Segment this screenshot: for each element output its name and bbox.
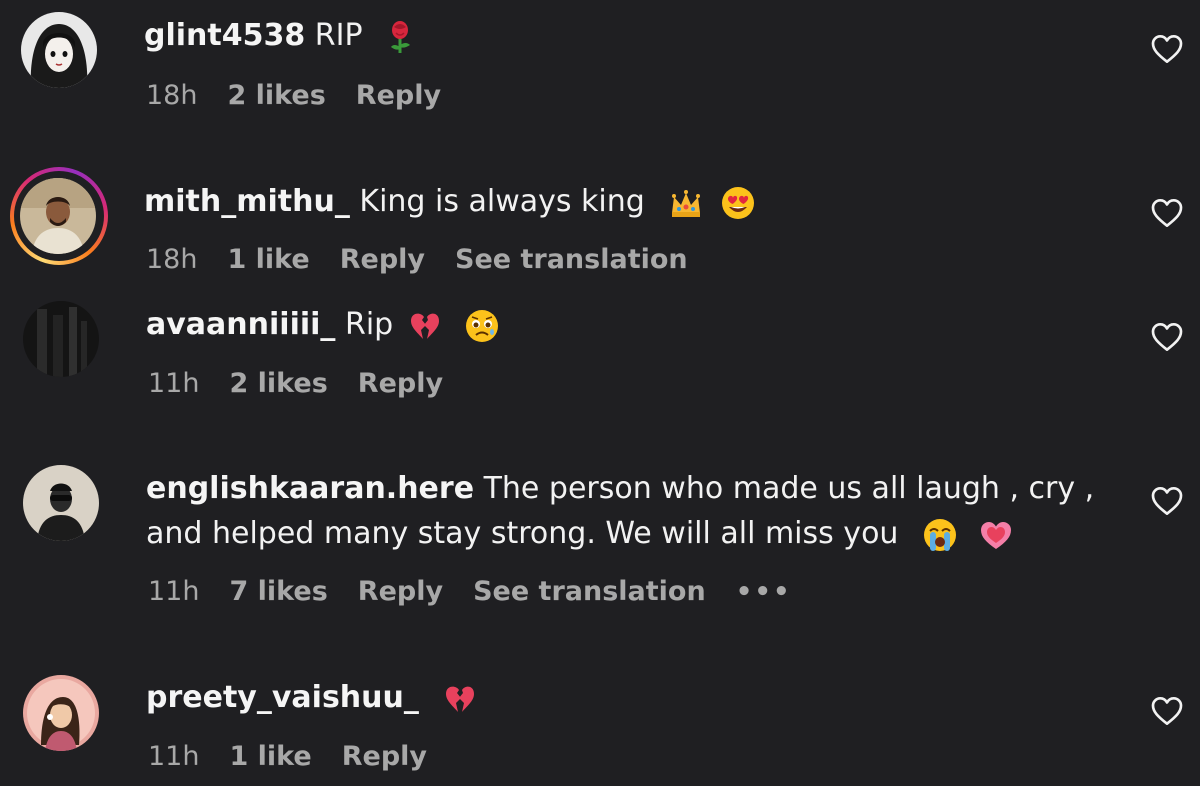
comment-text-line: preety_vaishuu_ bbox=[146, 676, 478, 720]
avatar[interactable] bbox=[21, 12, 97, 88]
comment-body: and helped many stay strong. We will all… bbox=[146, 516, 899, 551]
comment-text-line: glint4538 RIP bbox=[144, 14, 418, 58]
timestamp: 18h bbox=[146, 80, 198, 111]
more-options-button[interactable]: ••• bbox=[736, 577, 792, 607]
timestamp: 18h bbox=[146, 244, 198, 275]
see-translation-link[interactable]: See translation bbox=[473, 576, 706, 607]
reply-button[interactable]: Reply bbox=[342, 741, 427, 772]
comment-meta: 11h 2 likes Reply bbox=[148, 368, 473, 399]
reply-button[interactable]: Reply bbox=[340, 244, 425, 275]
comment-body: The person who made us all laugh , cry , bbox=[483, 471, 1095, 506]
avatar[interactable] bbox=[20, 178, 96, 254]
like-heart-icon[interactable] bbox=[1151, 696, 1183, 726]
comment-meta: 11h 7 likes Reply See translation ••• bbox=[148, 576, 822, 607]
like-heart-icon[interactable] bbox=[1151, 486, 1183, 516]
username-link[interactable]: avaanniiiii_ bbox=[146, 307, 335, 342]
sad-face-emoji bbox=[464, 308, 500, 344]
growing-heart-emoji bbox=[978, 517, 1014, 553]
like-heart-icon[interactable] bbox=[1151, 198, 1183, 228]
comment-text-line: and helped many stay strong. We will all… bbox=[146, 512, 1014, 556]
comment-body: Rip bbox=[344, 307, 394, 342]
rose-emoji bbox=[382, 19, 418, 55]
likes-count[interactable]: 1 like bbox=[229, 741, 311, 772]
comment-meta: 11h 1 like Reply bbox=[148, 741, 457, 772]
comment-body: RIP bbox=[314, 18, 363, 53]
username-link[interactable]: preety_vaishuu_ bbox=[146, 680, 419, 715]
like-heart-icon[interactable] bbox=[1151, 34, 1183, 64]
heart-eyes-emoji bbox=[720, 185, 756, 221]
comment-meta: 18h 1 like Reply See translation bbox=[146, 244, 718, 275]
broken-heart-emoji bbox=[407, 308, 443, 344]
reply-button[interactable]: Reply bbox=[358, 576, 443, 607]
comment-text-line: avaanniiiii_ Rip bbox=[146, 303, 500, 347]
likes-count[interactable]: 7 likes bbox=[229, 576, 327, 607]
comment-feed: glint4538 RIP 18h 2 likes Reply mith_mit… bbox=[0, 0, 1200, 786]
likes-count[interactable]: 2 likes bbox=[227, 80, 325, 111]
likes-count[interactable]: 1 like bbox=[227, 244, 309, 275]
username-link[interactable]: mith_mithu_ bbox=[144, 184, 350, 219]
avatar[interactable] bbox=[23, 465, 99, 541]
reply-button[interactable]: Reply bbox=[356, 80, 441, 111]
like-heart-icon[interactable] bbox=[1151, 322, 1183, 352]
crying-face-emoji bbox=[922, 517, 958, 553]
avatar[interactable] bbox=[23, 301, 99, 377]
timestamp: 11h bbox=[148, 741, 200, 772]
comment-text-line: mith_mithu_ King is always king bbox=[144, 180, 756, 224]
comment-text-line: englishkaaran.here The person who made u… bbox=[146, 467, 1094, 511]
username-link[interactable]: glint4538 bbox=[144, 18, 305, 53]
broken-heart-emoji bbox=[442, 681, 478, 717]
comment-body: King is always king bbox=[359, 184, 645, 219]
avatar[interactable] bbox=[23, 675, 99, 751]
comment-meta: 18h 2 likes Reply bbox=[146, 80, 471, 111]
likes-count[interactable]: 2 likes bbox=[229, 368, 327, 399]
crown-emoji bbox=[668, 185, 704, 221]
timestamp: 11h bbox=[148, 576, 200, 607]
username-link[interactable]: englishkaaran.here bbox=[146, 471, 474, 506]
see-translation-link[interactable]: See translation bbox=[455, 244, 688, 275]
reply-button[interactable]: Reply bbox=[358, 368, 443, 399]
timestamp: 11h bbox=[148, 368, 200, 399]
